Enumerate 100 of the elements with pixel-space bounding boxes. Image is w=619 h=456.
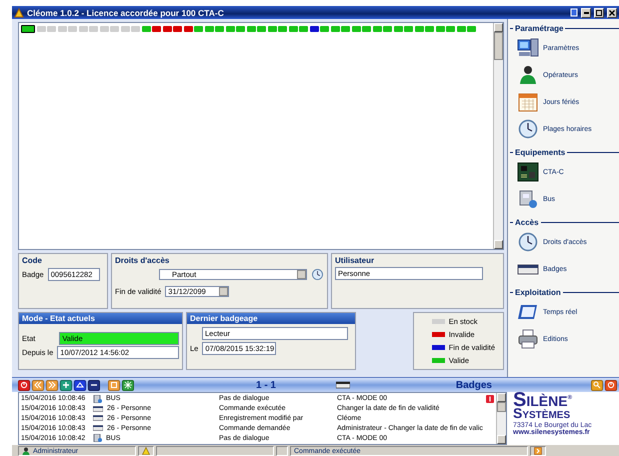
company-logo-name: SILÈNE (513, 394, 568, 408)
sparkle-icon (124, 381, 132, 389)
sparkle-button[interactable] (122, 380, 134, 390)
minimize-button[interactable] (581, 8, 591, 18)
badge-tile[interactable] (21, 25, 35, 33)
badge-tile[interactable] (226, 26, 234, 32)
forward-icon (48, 381, 56, 389)
badge-tile[interactable] (173, 26, 182, 32)
badge-tile[interactable] (268, 26, 276, 32)
badge-tile[interactable] (341, 26, 350, 32)
card-icon (336, 381, 350, 389)
badge-tile[interactable] (236, 26, 245, 32)
device-icon (93, 394, 102, 403)
window-title: Cléome 1.0.2 - Licence accordée pour 100 CTA-C (27, 8, 224, 18)
badge-tile[interactable] (383, 26, 392, 32)
badge-tile[interactable] (352, 26, 360, 32)
device-icon (93, 434, 102, 442)
badge-tile[interactable] (110, 26, 119, 32)
circuit-board-icon[interactable] (517, 162, 539, 182)
device-icon[interactable] (517, 189, 539, 209)
section-title: Equipements (515, 148, 566, 157)
badge-tile[interactable] (257, 26, 266, 32)
clock-icon[interactable] (311, 268, 324, 281)
badge-tile[interactable] (89, 26, 98, 32)
power-button[interactable] (605, 380, 617, 390)
clock-icon[interactable] (517, 232, 539, 252)
badge-tile[interactable] (162, 26, 172, 32)
badge-tile[interactable] (467, 26, 476, 32)
status-panel (276, 446, 288, 456)
printer-icon[interactable] (517, 329, 539, 349)
badge-tile[interactable] (310, 26, 318, 32)
minus-button[interactable] (88, 380, 100, 390)
badge-tile[interactable] (404, 26, 413, 32)
scrollbar[interactable] (493, 23, 503, 249)
clock-icon[interactable] (517, 119, 539, 139)
arrow-icon (534, 447, 542, 455)
section-title: Paramétrage (515, 24, 564, 33)
eject-icon (76, 381, 84, 389)
card-icon (93, 415, 103, 422)
badge-tile[interactable] (152, 26, 161, 32)
badge-tile[interactable] (58, 26, 66, 32)
person-icon[interactable] (517, 65, 539, 85)
panel-title: Droits d'accès (115, 256, 170, 265)
forward-button[interactable] (46, 380, 58, 390)
plus-button[interactable] (60, 380, 72, 390)
badge-tile[interactable] (330, 26, 340, 32)
minimize-icon (584, 12, 588, 14)
scrollbar[interactable] (496, 393, 506, 444)
badge-tile[interactable] (100, 26, 108, 32)
frame-icon (110, 381, 118, 389)
section-title: Badges (454, 380, 492, 390)
badge-tile[interactable] (288, 26, 298, 32)
computer-icon[interactable] (517, 38, 539, 58)
record-counter: 1 - 1 (254, 380, 276, 390)
badge-tile[interactable] (131, 26, 140, 32)
badge-tile[interactable] (194, 26, 203, 32)
badge-tile[interactable] (299, 26, 308, 32)
badge-tile[interactable] (204, 26, 214, 32)
badge-tile[interactable] (414, 26, 424, 32)
badge-tile[interactable] (47, 26, 56, 32)
badge-tile[interactable] (68, 26, 77, 32)
badge-tile[interactable] (446, 26, 455, 32)
badge-tile[interactable] (362, 26, 371, 32)
badge-tile[interactable] (436, 26, 444, 32)
close-icon (609, 10, 615, 16)
section-title: Exploitation (515, 288, 561, 297)
screen-icon[interactable] (517, 302, 539, 322)
badge-tile[interactable] (320, 26, 329, 32)
badge-tile[interactable] (36, 26, 46, 32)
maximize-icon (596, 10, 602, 16)
badge-tile[interactable] (215, 26, 224, 32)
power-icon (20, 381, 28, 389)
warning-icon (142, 447, 150, 455)
badge-tile[interactable] (456, 26, 466, 32)
plus-icon (62, 381, 70, 389)
rewind-button[interactable] (32, 380, 44, 390)
panel-title: Utilisateur (335, 256, 376, 265)
badge-tile[interactable] (372, 26, 382, 32)
power-icon (607, 381, 615, 389)
badge-tile[interactable] (184, 26, 192, 32)
close-button[interactable] (607, 8, 617, 18)
key-button[interactable] (591, 380, 603, 390)
person-icon (22, 447, 30, 455)
frame-button[interactable] (108, 380, 120, 390)
eject-button[interactable] (74, 380, 86, 390)
card-icon (93, 406, 103, 412)
card-icon (93, 425, 103, 432)
badge-tile[interactable] (120, 26, 130, 32)
panel-header: Dernier badgeage (187, 313, 355, 324)
section-title: Accès (515, 218, 539, 227)
badge-tile[interactable] (78, 26, 88, 32)
badge-tile[interactable] (425, 26, 434, 32)
panel-header: Mode - Etat actuels (19, 313, 182, 324)
badge-tile[interactable] (394, 26, 402, 32)
badge-tile[interactable] (246, 26, 256, 32)
maximize-button[interactable] (594, 8, 604, 18)
calendar-icon[interactable] (517, 92, 539, 112)
badge-tile[interactable] (278, 26, 287, 32)
badge-tile[interactable] (142, 26, 150, 32)
power-button[interactable] (18, 380, 30, 390)
